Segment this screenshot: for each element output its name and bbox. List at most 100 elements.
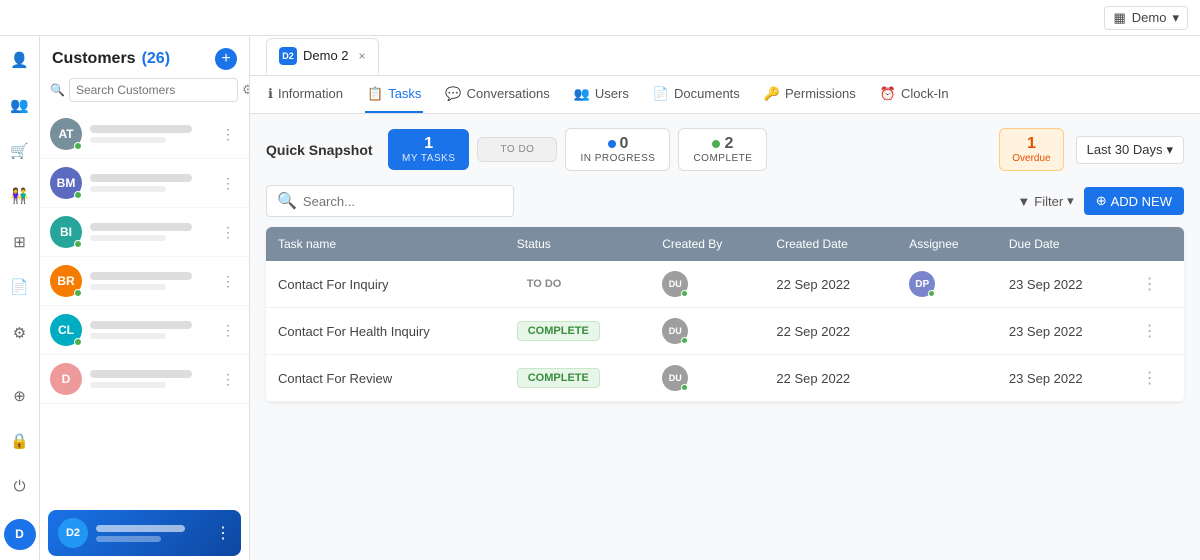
sidebar-item[interactable]: D ⋮ [40, 355, 249, 404]
sub-nav-permissions[interactable]: 🔑 Permissions [762, 76, 858, 113]
item-more-icon[interactable]: ⋮ [217, 124, 239, 145]
nav-group-icon[interactable]: 👥 [6, 91, 34, 118]
sub-nav-clock-in-label: Clock-In [901, 86, 949, 101]
date-range-label: Last 30 Days [1087, 142, 1163, 157]
sidebar: Customers (26) + 🔍 ⚙ « AT ⋮ [40, 36, 250, 560]
row-more-icon[interactable]: ⋮ [1142, 323, 1158, 340]
avatar: CL [50, 314, 82, 346]
customer-sub-bar [90, 235, 166, 241]
online-dot [74, 289, 82, 297]
quick-snapshot-row: Quick Snapshot 1 My Tasks TO DO 0 [266, 128, 1184, 171]
snapshot-right: 1 Overdue Last 30 Days ▾ [999, 128, 1184, 171]
active-item-more-icon[interactable]: ⋮ [215, 523, 231, 543]
item-more-icon[interactable]: ⋮ [217, 222, 239, 243]
date-range-selector[interactable]: Last 30 Days ▾ [1076, 136, 1184, 164]
sidebar-active-item[interactable]: D2 ⋮ [48, 510, 241, 556]
sub-nav-conversations-label: Conversations [467, 86, 550, 101]
search-icon: 🔍 [50, 83, 65, 97]
add-new-label: ADD NEW [1111, 194, 1172, 209]
in-progress-label: IN PROGRESS [580, 153, 655, 164]
nav-power-icon[interactable]: ⏻ [6, 473, 34, 500]
nav-modules-icon[interactable]: ⊞ [6, 228, 34, 255]
avatar: D [50, 363, 82, 395]
snapshot-todo[interactable]: TO DO [477, 137, 557, 162]
sidebar-item[interactable]: BI ⋮ [40, 208, 249, 257]
sidebar-header: Customers (26) + [40, 36, 249, 78]
nav-cart-icon[interactable]: 🛒 [6, 137, 34, 164]
clock-in-icon: ⏰ [880, 86, 896, 102]
sub-nav-permissions-label: Permissions [785, 86, 856, 101]
item-more-icon[interactable]: ⋮ [217, 173, 239, 194]
table-row[interactable]: Contact For Health Inquiry COMPLETE DU 2… [266, 308, 1184, 355]
task-search-bar: 🔍 [266, 185, 514, 217]
customer-sub-bar [90, 333, 166, 339]
status-cell: COMPLETE [505, 355, 651, 402]
nav-add-circle-icon[interactable]: ⊕ [6, 382, 34, 409]
avatar: BI [50, 216, 82, 248]
customer-name-bar [90, 272, 192, 280]
nav-settings-icon[interactable]: ⚙ [6, 319, 34, 346]
task-table: Task name Status Created By Created Date… [266, 227, 1184, 402]
sub-nav-tasks[interactable]: 📋 Tasks [365, 76, 423, 113]
avatar: BM [50, 167, 82, 199]
sidebar-item[interactable]: CL ⋮ [40, 306, 249, 355]
sub-nav-information[interactable]: ℹ Information [266, 76, 345, 113]
my-tasks-count: 1 [402, 135, 455, 153]
in-progress-count: 0 [620, 135, 629, 153]
nav-lock-icon[interactable]: 🔒 [6, 428, 34, 455]
sub-nav-documents[interactable]: 📄 Documents [651, 76, 742, 113]
nav-file-icon[interactable]: 📄 [6, 273, 34, 300]
customer-name-area [90, 223, 217, 241]
documents-icon: 📄 [653, 86, 669, 102]
sub-nav-conversations[interactable]: 💬 Conversations [443, 76, 551, 113]
row-more-icon[interactable]: ⋮ [1142, 276, 1158, 293]
nav-user-add-icon[interactable]: 👤 [6, 46, 34, 73]
created-by-cell: DU [650, 308, 764, 355]
plus-icon: ⊕ [1096, 193, 1107, 209]
snapshot-complete[interactable]: 2 COMPLETE [678, 128, 767, 171]
customer-name-area [90, 272, 217, 290]
col-created-date: Created Date [764, 227, 897, 261]
filter-button[interactable]: ▼ Filter ▾ [1017, 193, 1073, 209]
topbar: ▦ Demo ▾ [0, 0, 1200, 36]
item-more-icon[interactable]: ⋮ [217, 369, 239, 390]
sub-nav-users[interactable]: 👥 Users [572, 76, 631, 113]
assignee-cell [897, 308, 997, 355]
snapshot-my-tasks[interactable]: 1 My Tasks [388, 129, 469, 170]
col-due-date: Due Date [997, 227, 1130, 261]
nav-users-settings-icon[interactable]: 👫 [6, 182, 34, 209]
sidebar-item[interactable]: BM ⋮ [40, 159, 249, 208]
table-row[interactable]: Contact For Review COMPLETE DU 22 Sep 20… [266, 355, 1184, 402]
table-row[interactable]: Contact For Inquiry TO DO DU 22 Sep 2022… [266, 261, 1184, 308]
sidebar-item[interactable]: BR ⋮ [40, 257, 249, 306]
permissions-icon: 🔑 [764, 86, 780, 102]
online-dot [681, 384, 688, 391]
row-more-icon[interactable]: ⋮ [1142, 370, 1158, 387]
tab-close-button[interactable]: × [359, 49, 366, 63]
add-customer-button[interactable]: + [215, 48, 237, 70]
item-more-icon[interactable]: ⋮ [217, 320, 239, 341]
current-user-avatar[interactable]: D [4, 519, 36, 550]
complete-dot [712, 140, 720, 148]
active-customer-avatar: D2 [58, 518, 88, 548]
snapshot-in-progress[interactable]: 0 IN PROGRESS [565, 128, 670, 171]
search-icon: 🔍 [277, 191, 297, 211]
created-date-cell: 22 Sep 2022 [764, 355, 897, 402]
sub-nav-clock-in[interactable]: ⏰ Clock-In [878, 76, 951, 113]
task-search-input[interactable] [303, 194, 503, 209]
search-filter-icon[interactable]: ⚙ [242, 82, 250, 98]
status-badge: COMPLETE [517, 321, 600, 341]
sidebar-item[interactable]: AT ⋮ [40, 110, 249, 159]
search-input[interactable] [69, 78, 238, 102]
sidebar-list: AT ⋮ BM ⋮ [40, 110, 249, 506]
due-date-cell: 23 Sep 2022 [997, 355, 1130, 402]
assignee-avatar: DP [909, 271, 935, 297]
item-more-icon[interactable]: ⋮ [217, 271, 239, 292]
workspace-selector[interactable]: ▦ Demo ▾ [1104, 6, 1188, 30]
workspace-icon: ▦ [1113, 10, 1125, 26]
left-nav: 👤 👥 🛒 👫 ⊞ 📄 ⚙ ⊕ 🔒 ⏻ D [0, 36, 40, 560]
tab-label: Demo 2 [303, 48, 349, 63]
active-tab[interactable]: D2 Demo 2 × [266, 38, 379, 74]
add-new-task-button[interactable]: ⊕ ADD NEW [1084, 187, 1184, 215]
my-tasks-label: My Tasks [402, 153, 455, 164]
